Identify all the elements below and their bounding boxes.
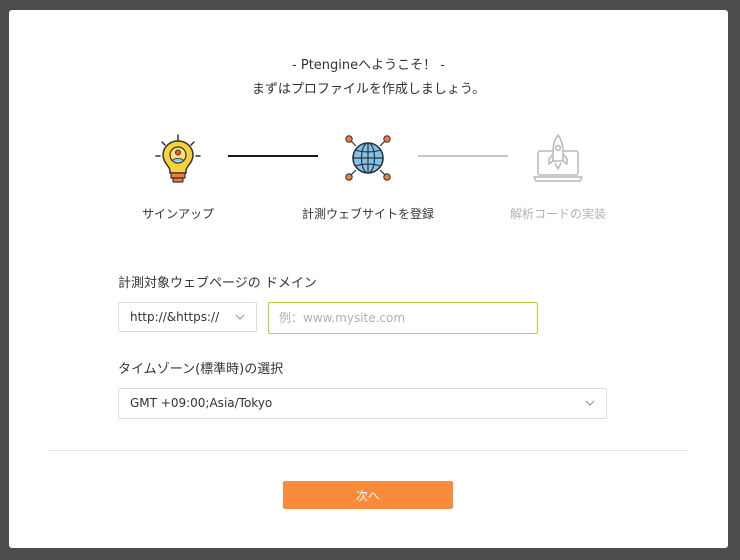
next-button[interactable]: 次へ xyxy=(283,481,453,509)
domain-field-label: 計測対象ウェブページの ドメイン xyxy=(118,276,317,291)
step-connector-pending xyxy=(418,155,508,157)
footer-divider xyxy=(48,450,688,451)
lightbulb-icon xyxy=(155,134,201,183)
protocol-select[interactable]: http://&https:// xyxy=(118,302,257,332)
protocol-select-value: http://&https:// xyxy=(130,310,220,324)
timezone-field-label: タイムゾーン(標準時)の選択 xyxy=(118,362,284,377)
step-label-signup: サインアップ xyxy=(141,207,214,221)
laptop-rocket-icon xyxy=(533,134,583,182)
step-label-register-site: 計測ウェブサイトを登録 xyxy=(301,207,434,221)
globe-icon xyxy=(345,135,391,181)
welcome-heading: - Ptengineへようこそ！ - xyxy=(292,58,445,73)
chevron-down-icon xyxy=(235,314,245,320)
profile-setup-dialog: - Ptengineへようこそ！ - まずはプロファイルを作成しましょう。 サイ… xyxy=(9,10,728,548)
timezone-select-value: GMT +09:00;Asia/Tokyo xyxy=(130,396,273,410)
timezone-select[interactable]: GMT +09:00;Asia/Tokyo xyxy=(118,388,607,419)
step-connector-done xyxy=(228,155,318,157)
modal-backdrop: - Ptengineへようこそ！ - まずはプロファイルを作成しましょう。 サイ… xyxy=(0,0,740,560)
domain-input[interactable] xyxy=(268,302,538,334)
chevron-down-icon xyxy=(585,400,595,406)
subtitle-heading: まずはプロファイルを作成しましょう。 xyxy=(251,82,486,97)
step-label-install-code: 解析コードの実装 xyxy=(509,207,606,221)
